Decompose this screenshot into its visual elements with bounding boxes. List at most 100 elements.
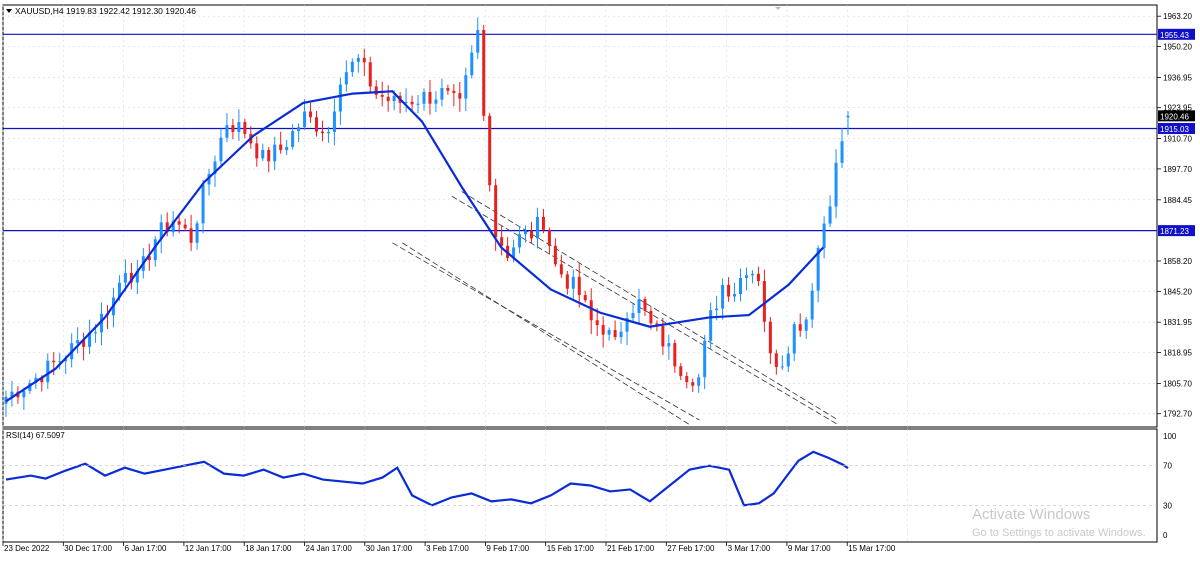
candle-body [804,319,808,331]
candle-body [416,103,420,105]
candle-body [440,88,444,100]
time-axis-label: 15 Feb 17:00 [547,544,595,553]
candle-body [607,329,611,335]
candle-body [547,229,551,246]
candle-body [768,321,772,354]
candle-body [332,111,336,132]
time-axis-label: 27 Feb 17:00 [667,544,715,553]
candle-body [123,272,127,283]
candle-body [368,62,372,87]
candle-body [303,111,307,128]
candle-body [822,223,826,248]
price-axis-label: 1858.20 [1163,257,1192,266]
candle-body [744,275,748,279]
price-axis-label: 1910.70 [1163,135,1192,144]
candle-body [494,185,498,238]
candle-body [798,324,802,331]
candle-body [291,131,295,147]
candle-body [667,343,671,347]
candle-body [219,137,223,162]
time-axis-label: 9 Mar 17:00 [788,544,831,553]
candle-body [422,91,426,104]
candle-body [601,325,605,335]
candle-body [637,299,641,314]
candle-body [715,308,719,311]
candle-body [685,376,689,383]
candle-body [524,230,528,235]
candle-body [792,324,796,354]
time-axis-label: 12 Jan 17:00 [185,544,232,553]
candle-body [470,52,474,76]
candle-body [267,149,271,162]
candle-body [356,57,360,62]
price-axis-label: 1805.70 [1163,379,1192,388]
rsi-axis-label: 0 [1163,531,1168,540]
time-axis-label: 6 Jan 17:00 [125,544,167,553]
candle-body [559,264,563,275]
chart-canvas[interactable]: 1955.43 1915.03 1871.23 1963.20 1950.20 1936… [0,0,1200,556]
candle-body [46,360,50,383]
price-axis-label: 1831.95 [1163,318,1192,327]
candle-body [273,144,277,162]
rsi-header: RSI(14) 67.5097 [6,431,65,440]
candle-body [535,216,539,239]
candle [482,24,486,121]
candle [488,112,492,192]
price-axis-label: 1950.20 [1163,43,1192,52]
candle-body [583,295,587,301]
symbol-header: XAUUSD,H4 1919.83 1922.42 1912.30 1920.4… [15,6,196,16]
price-axis-label: 1963.20 [1163,12,1192,21]
candle-body [189,228,193,243]
candle-body [613,329,617,338]
candle-body [595,320,599,326]
candle-body [410,101,414,105]
candle-body [52,360,56,363]
price-tag-label: 1915.03 [1160,125,1189,134]
rsi-axis-label: 100 [1163,432,1177,441]
candle-body [374,86,378,95]
candle-body [846,115,850,118]
candle-body [577,276,581,296]
candle-body [529,230,533,239]
candle-body [482,30,486,116]
candle-body [834,162,838,207]
candle-body [434,99,438,104]
candle-body [386,96,390,102]
candle-body [733,294,737,297]
candle-body [315,117,319,132]
candle-body [780,366,784,368]
current-price-label: 1920.46 [1160,112,1189,121]
candle-body [518,234,522,248]
candle-body [464,75,468,99]
candle-body [279,144,283,151]
activate-windows-watermark: Activate Windows Go to Settings to activ… [972,506,1146,539]
candle-body [649,310,653,324]
candle-body [201,184,205,224]
price-panel[interactable] [2,4,1158,428]
candle-body [721,284,725,309]
candle-body [428,91,432,104]
candle-body [392,95,396,102]
candle-body [553,245,557,265]
candle-body [446,88,450,91]
candle-body [488,115,492,186]
time-axis-label: 18 Jan 17:00 [245,544,292,553]
candle-body [631,313,635,319]
price-axis-label: 1818.95 [1163,349,1192,358]
candle-body [195,223,199,243]
candle-body [703,340,707,378]
candle-body [237,122,241,132]
candle-body [571,276,575,289]
price-axis-label: 1792.70 [1163,410,1192,419]
price-axis-label: 1936.95 [1163,73,1192,82]
candle-body [255,143,259,159]
candle-body [285,146,289,151]
price-axis-label: 1897.70 [1163,165,1192,174]
trading-chart[interactable]: 1955.43 1915.03 1871.23 1963.20 1950.20 1936… [0,0,1200,556]
candle-body [691,382,695,386]
candle-body [243,122,247,135]
time-axis-label: 21 Feb 17:00 [607,544,655,553]
time-axis-label: 23 Dec 2022 [4,544,50,553]
time-axis-label: 3 Feb 17:00 [426,544,469,553]
time-axis-label: 9 Feb 17:00 [486,544,529,553]
